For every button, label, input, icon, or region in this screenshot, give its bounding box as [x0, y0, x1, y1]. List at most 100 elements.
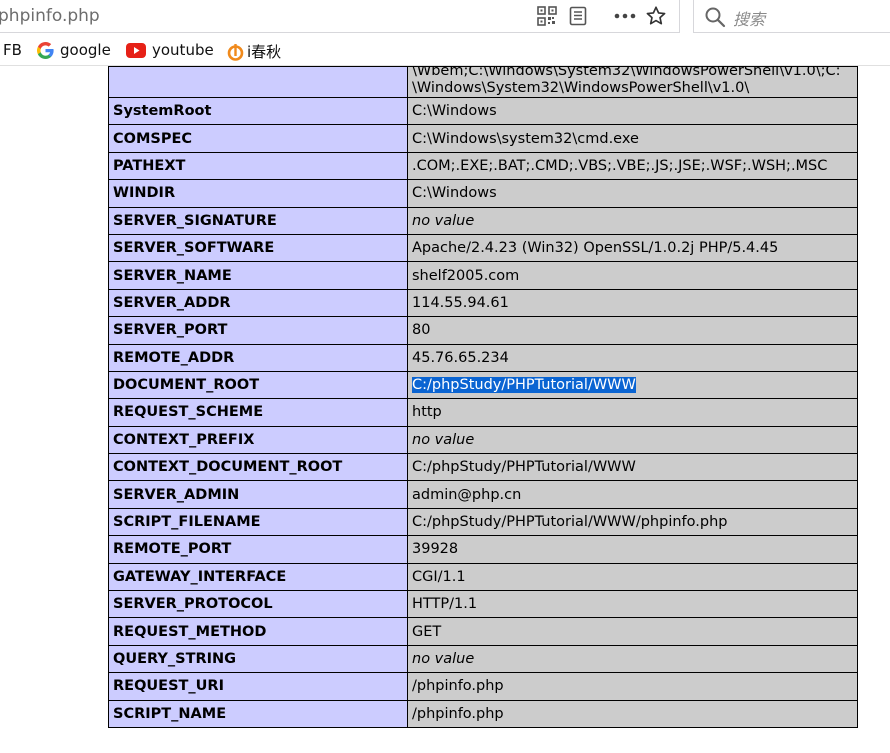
table-row: REMOTE_ADDR 45.76.65.234: [108, 343, 858, 372]
env-value-text[interactable]: HTTP/1.1: [412, 596, 477, 612]
env-key-cell: WINDIR: [108, 179, 408, 208]
environment-table: \Wbem;C:\Windows\System32\WindowsPowerSh…: [108, 66, 858, 728]
bookmark-label: i春秋: [247, 43, 282, 61]
env-key-cell: SERVER_NAME: [108, 261, 408, 290]
env-value-text[interactable]: C:/phpStudy/PHPTutorial/WWW: [412, 377, 636, 394]
env-key-cell: SCRIPT_FILENAME: [108, 507, 408, 537]
url-bar-actions: [531, 4, 671, 28]
env-value-text[interactable]: 45.76.65.234: [412, 350, 509, 366]
bookmark-youtube[interactable]: youtube: [126, 41, 214, 59]
env-value-text[interactable]: 39928: [412, 541, 458, 557]
path-value-line: \Windows\System32\WindowsPowerShell\v1.0…: [412, 80, 750, 96]
env-value-text[interactable]: /phpinfo.php: [412, 706, 504, 722]
env-value-text[interactable]: no value: [412, 432, 474, 448]
env-value-cell: shelf2005.com: [407, 261, 858, 290]
url-text[interactable]: phpinfo.php: [0, 6, 100, 26]
env-value-cell: http: [407, 398, 858, 427]
bookmark-label: FB: [3, 41, 22, 59]
bookmark-label: google: [60, 41, 111, 59]
table-row: REMOTE_PORT 39928: [108, 535, 858, 564]
bookmark-ichunqiu[interactable]: i春秋: [227, 41, 281, 62]
env-value-text[interactable]: no value: [412, 213, 474, 229]
env-value-cell: Apache/2.4.23 (Win32) OpenSSL/1.0.2j PHP…: [407, 233, 858, 263]
page-content: \Wbem;C:\Windows\System32\WindowsPowerSh…: [0, 66, 890, 753]
env-value-cell: 39928: [407, 535, 858, 564]
env-value-text[interactable]: http: [412, 404, 442, 420]
url-bar[interactable]: phpinfo.php: [0, 0, 680, 33]
env-value-text[interactable]: C:\Windows: [412, 185, 497, 201]
more-actions-icon[interactable]: [609, 4, 640, 28]
env-key-cell: REMOTE_ADDR: [108, 343, 408, 372]
env-value-cell: admin@php.cn: [407, 480, 858, 509]
table-row: CONTEXT_DOCUMENT_ROOT C:/phpStudy/PHPTuto…: [108, 453, 858, 482]
table-row: SERVER_SIGNATURE no value: [108, 206, 858, 235]
table-row: GATEWAY_INTERFACE CGI/1.1: [108, 562, 858, 592]
env-key-cell: REMOTE_PORT: [108, 535, 408, 564]
env-value-cell: CGI/1.1: [407, 562, 858, 592]
bookmark-fb[interactable]: FB: [3, 41, 22, 59]
env-value-text[interactable]: admin@php.cn: [412, 487, 521, 503]
env-value-text[interactable]: shelf2005.com: [412, 268, 519, 284]
table-row: REQUEST_METHOD GET: [108, 617, 858, 646]
bookmark-google[interactable]: google: [37, 41, 111, 59]
env-value-text[interactable]: .COM;.EXE;.BAT;.CMD;.VBS;.VBE;.JS;.JSE;.…: [412, 158, 827, 174]
table-row: SERVER_PROTOCOL HTTP/1.1: [108, 590, 858, 619]
bookmark-label: youtube: [152, 41, 214, 59]
env-value-cell: /phpinfo.php: [407, 672, 858, 701]
table-row: SERVER_NAME shelf2005.com: [108, 261, 858, 290]
env-key-cell: SERVER_PORT: [108, 316, 408, 345]
env-value-text[interactable]: CGI/1.1: [412, 569, 466, 585]
table-row: SystemRoot C:\Windows: [108, 96, 858, 126]
table-row: COMSPEC C:\Windows\system32\cmd.exe: [108, 124, 858, 153]
table-row: SERVER_PORT 80: [108, 316, 858, 345]
env-value-cell: C:\Windows: [407, 96, 858, 126]
env-key-cell: SCRIPT_NAME: [108, 699, 408, 728]
table-row: SERVER_ADMIN admin@php.cn: [108, 480, 858, 509]
env-value-text[interactable]: C:\Windows\system32\cmd.exe: [412, 131, 639, 147]
env-key-cell: COMSPEC: [108, 124, 408, 153]
env-value-cell: no value: [407, 425, 858, 455]
env-key-cell: DOCUMENT_ROOT: [108, 370, 408, 400]
env-value-cell: C:\Windows: [407, 179, 858, 208]
table-row: REQUEST_URI/phpinfo.php: [108, 672, 858, 701]
env-value-cell: C:/phpStudy/PHPTutorial/WWW: [407, 370, 858, 400]
environment-table-body: \Wbem;C:\Windows\System32\WindowsPowerSh…: [108, 66, 858, 728]
env-value-text[interactable]: no value: [412, 651, 474, 667]
env-key-cell: PATHEXT: [108, 151, 408, 181]
env-value-cell: 45.76.65.234: [407, 343, 858, 372]
path-value-line: \Wbem;C:\Windows\System32\WindowsPowerSh…: [412, 66, 841, 79]
table-row: QUERY_STRING no value: [108, 644, 858, 674]
table-row: SCRIPT_FILENAME C:/phpStudy/PHPTutorial/W…: [108, 507, 858, 537]
env-value-text[interactable]: GET: [412, 624, 441, 640]
bookmark-star-icon[interactable]: [640, 4, 671, 28]
env-value-cell: C:/phpStudy/PHPTutorial/WWW: [407, 453, 858, 482]
env-value-text[interactable]: C:\Windows: [412, 103, 497, 119]
qr-code-icon[interactable]: [531, 4, 562, 28]
search-icon: [704, 6, 726, 32]
table-row: SERVER_SOFTWARE Apache/2.4.23 (Win32) Ope…: [108, 233, 858, 263]
env-key-cell: [108, 66, 408, 98]
env-key-cell: SERVER_SOFTWARE: [108, 233, 408, 263]
env-value-cell: 80: [407, 316, 858, 345]
search-bar[interactable]: 搜索: [693, 0, 890, 33]
env-key-cell: SERVER_SIGNATURE: [108, 206, 408, 235]
env-value-text[interactable]: Apache/2.4.23 (Win32) OpenSSL/1.0.2j PHP…: [412, 240, 778, 256]
env-key-cell: REQUEST_URI: [108, 672, 408, 701]
env-value-cell: C:/phpStudy/PHPTutorial/WWW/phpinfo.php: [407, 507, 858, 537]
reader-view-icon[interactable]: [562, 4, 593, 28]
env-value-cell: .COM;.EXE;.BAT;.CMD;.VBS;.VBE;.JS;.JSE;.…: [407, 151, 858, 181]
env-key-cell: REQUEST_METHOD: [108, 617, 408, 646]
env-value-text[interactable]: 114.55.94.61: [412, 295, 509, 311]
youtube-icon: [126, 42, 146, 58]
env-key-cell: REQUEST_SCHEME: [108, 398, 408, 427]
env-value-cell: 114.55.94.61: [407, 288, 858, 318]
env-value-text[interactable]: C:/phpStudy/PHPTutorial/WWW/phpinfo.php: [412, 514, 727, 530]
env-value-text[interactable]: /phpinfo.php: [412, 678, 504, 694]
env-value-text[interactable]: 80: [412, 322, 430, 338]
bookmarks-toolbar: FB google youtube i春秋: [0, 34, 890, 66]
env-value-text[interactable]: C:/phpStudy/PHPTutorial/WWW: [412, 459, 636, 475]
env-key-cell: CONTEXT_DOCUMENT_ROOT: [108, 453, 408, 482]
table-row: SERVER_ADDR 114.55.94.61: [108, 288, 858, 318]
search-input[interactable]: 搜索: [733, 6, 765, 30]
